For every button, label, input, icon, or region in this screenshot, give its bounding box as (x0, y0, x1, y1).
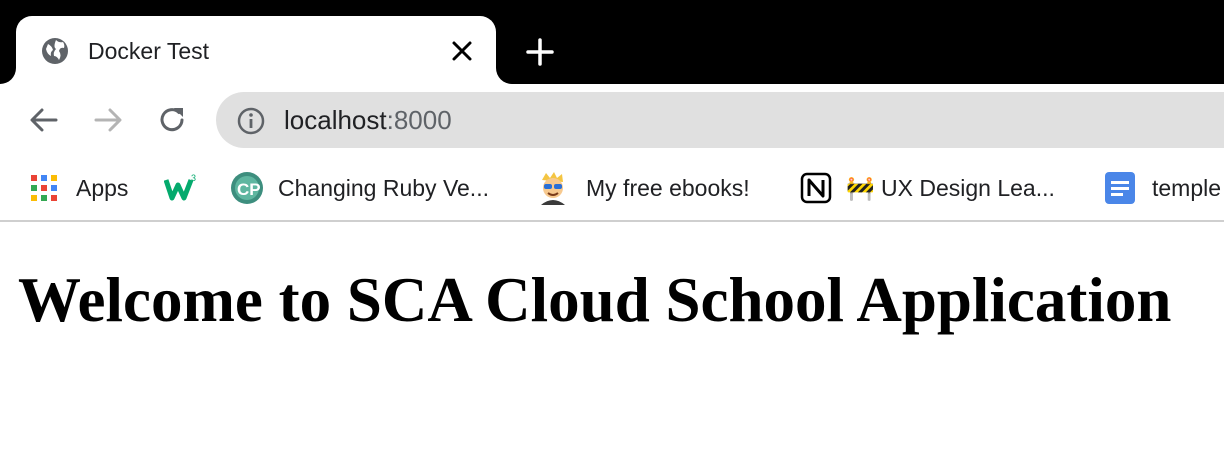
url-text: localhost:8000 (284, 105, 452, 135)
bookmark-label: Apps (76, 174, 129, 201)
cp-logo-icon: CP (231, 172, 263, 204)
bookmarks-bar: Apps 3 CP Changing Ruby Ve... My free eb… (0, 156, 1224, 222)
tab-docker-test[interactable]: Docker Test (16, 16, 496, 84)
bookmark-label: My free ebooks! (586, 174, 750, 201)
svg-text:3: 3 (191, 173, 196, 183)
browser-toolbar: localhost:8000 (0, 84, 1224, 156)
reload-icon[interactable] (154, 102, 190, 138)
tab-title: Docker Test (88, 38, 210, 64)
bookmark-temple[interactable]: temple (1104, 170, 1221, 206)
svg-text:CP: CP (237, 180, 261, 199)
avatar-emoji-icon (541, 172, 565, 205)
bookmark-label: Changing Ruby Ve... (278, 174, 489, 201)
bookmark-apps[interactable]: Apps (30, 170, 128, 206)
arrow-right-icon[interactable] (90, 102, 126, 138)
notion-icon (800, 172, 832, 204)
w3-logo-icon: 3 (164, 173, 196, 201)
globe-icon (42, 38, 68, 64)
bookmark-ux-design[interactable]: 🚧 UX Design Lea... (800, 170, 1055, 206)
bookmark-w3[interactable]: 3 (164, 170, 198, 206)
docs-icon (1105, 172, 1135, 204)
bookmark-label: temple (1152, 174, 1222, 201)
tab-strip: Docker Test (0, 0, 1224, 84)
plus-icon[interactable] (524, 36, 556, 68)
bookmark-label: 🚧 UX Design Lea... (846, 174, 1055, 201)
address-bar[interactable]: localhost:8000 (216, 92, 1224, 148)
apps-grid-icon (31, 175, 57, 201)
bookmark-my-free-ebooks[interactable]: My free ebooks! (536, 170, 750, 206)
url-host: localhost (284, 105, 387, 135)
close-icon[interactable] (448, 37, 476, 65)
arrow-left-icon[interactable] (26, 102, 62, 138)
url-port: :8000 (386, 105, 452, 135)
bookmark-changing-ruby[interactable]: CP Changing Ruby Ve... (230, 170, 489, 206)
info-icon[interactable] (236, 106, 266, 136)
page-heading: Welcome to SCA Cloud School Application (18, 265, 1172, 335)
